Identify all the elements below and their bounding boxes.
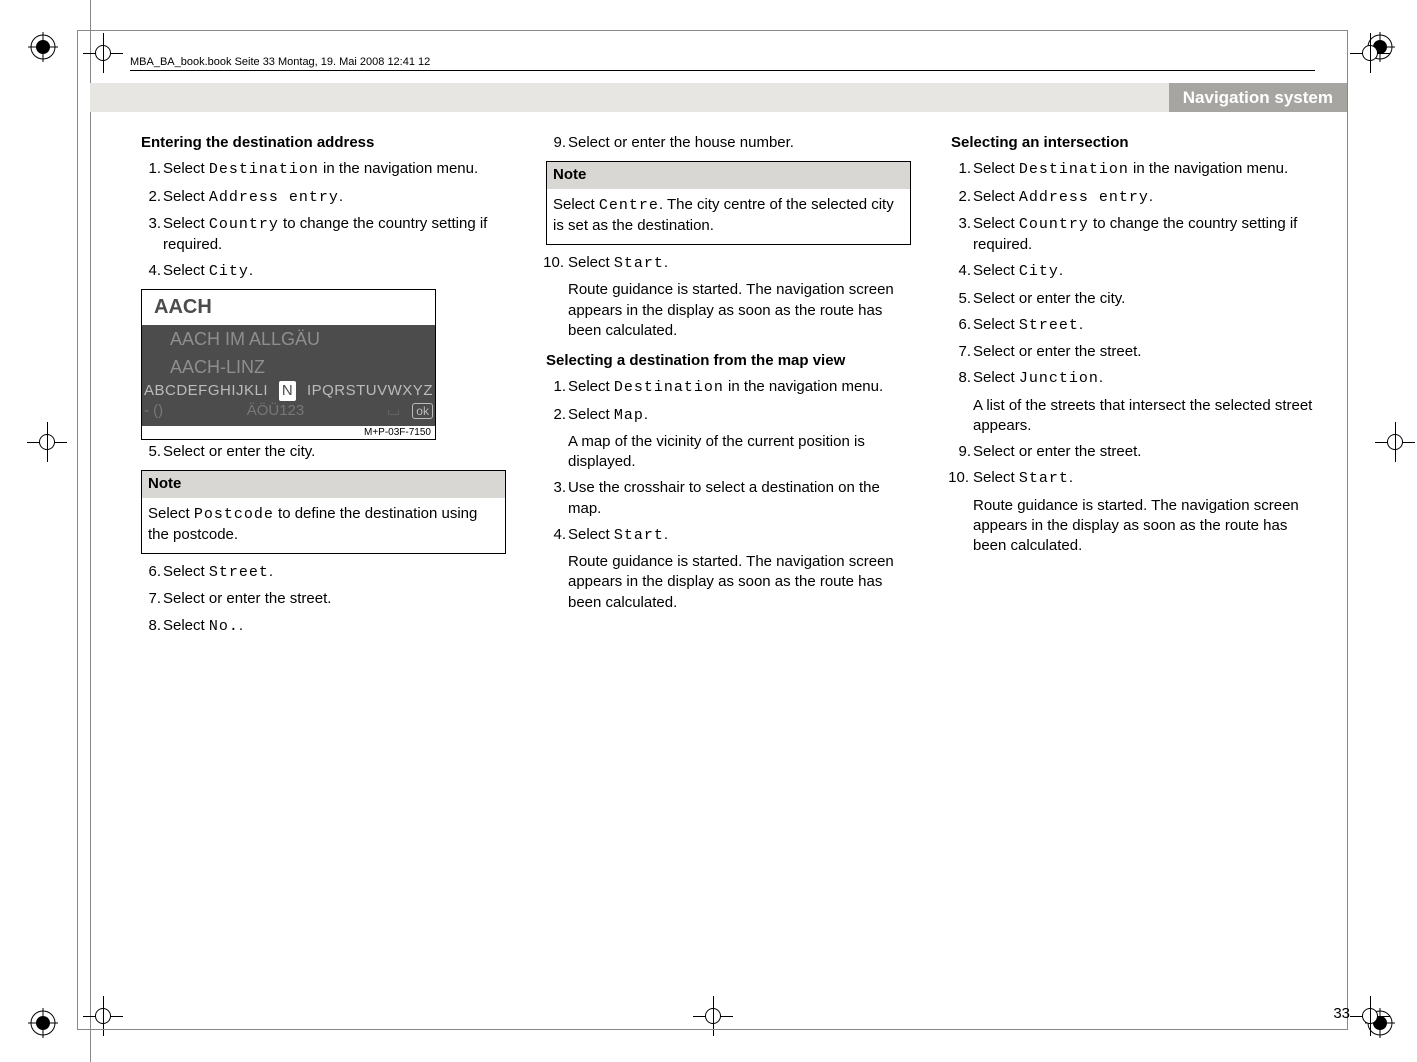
list-item: 4.Select City. xyxy=(141,261,506,282)
list-item-sub: A map of the vicinity of the current pos… xyxy=(568,432,911,473)
screen-selected: AACH xyxy=(142,290,435,325)
header-bar: Navigation system xyxy=(90,83,1347,112)
list-item: 9.Select or enter the house number. xyxy=(546,133,911,153)
note-box: Note Select Postcode to define the desti… xyxy=(141,470,506,554)
list-item: 10.Select Start. Route guidance is start… xyxy=(951,468,1316,556)
device-screenshot: AACH AACH IM ALLGÄU AACH-LINZ ABCDEFGHIJ… xyxy=(141,289,436,441)
section-title: Navigation system xyxy=(1169,83,1347,112)
list-item: 9.Select or enter the street. xyxy=(951,442,1316,462)
running-header: MBA_BA_book.book Seite 33 Montag, 19. Ma… xyxy=(130,56,430,68)
screen-keyboard-row: ABCDEFGHIJKLI N IPQRSTUVWXYZ xyxy=(142,381,435,401)
note-box: Note Select Centre. The city centre of t… xyxy=(546,161,911,245)
list-item-sub: Route guidance is started. The navigatio… xyxy=(568,280,911,341)
list-item: 4.Select City. xyxy=(951,261,1316,282)
list-item: 2.Select Address entry. xyxy=(951,187,1316,208)
note-heading: Note xyxy=(547,162,910,188)
list-item: 5.Select or enter the city. xyxy=(141,442,506,462)
page-number: 33 xyxy=(1333,1005,1350,1022)
column-3: Selecting an intersection 1.Select Desti… xyxy=(951,133,1316,643)
list-item: 4.Select Start. Route guidance is starte… xyxy=(546,525,911,613)
list-item: 1.Select Destination in the navigation m… xyxy=(141,159,506,180)
note-body: Select Postcode to define the destinatio… xyxy=(142,498,505,554)
content-columns: Entering the destination address 1.Selec… xyxy=(141,133,1316,643)
list-item: 3.Select Country to change the country s… xyxy=(141,214,506,256)
note-body: Select Centre. The city centre of the se… xyxy=(547,189,910,245)
list-item: 3.Use the crosshair to select a destinat… xyxy=(546,478,911,519)
column-1: Entering the destination address 1.Selec… xyxy=(141,133,506,643)
runhead-text: MBA_BA_book.book Seite 33 Montag, 19. Ma… xyxy=(130,56,430,68)
figure-caption: M+P-03F-7150 xyxy=(142,426,435,440)
col3-heading: Selecting an intersection xyxy=(951,133,1316,153)
list-item: 2.Select Address entry. xyxy=(141,187,506,208)
col2-heading2: Selecting a destination from the map vie… xyxy=(546,351,911,371)
list-item: 1.Select Destination in the navigation m… xyxy=(546,377,911,398)
screen-option: AACH-LINZ xyxy=(142,353,435,381)
list-item: 10.Select Start. Route guidance is start… xyxy=(546,253,911,341)
list-item-sub: Route guidance is started. The navigatio… xyxy=(568,552,911,613)
list-item: 8.Select No.. xyxy=(141,616,506,637)
list-item: 2.Select Map. A map of the vicinity of t… xyxy=(546,405,911,473)
screen-option: AACH IM ALLGÄU xyxy=(142,325,435,353)
list-item-sub: A list of the streets that intersect the… xyxy=(973,396,1316,437)
crop-cross-br xyxy=(1350,996,1390,1036)
col1-heading: Entering the destination address xyxy=(141,133,506,153)
list-item-sub: Route guidance is started. The navigatio… xyxy=(973,496,1316,557)
list-item: 7.Select or enter the street. xyxy=(141,589,506,609)
runhead-rule xyxy=(130,70,1315,71)
list-item: 3.Select Country to change the country s… xyxy=(951,214,1316,256)
list-item: 1.Select Destination in the navigation m… xyxy=(951,159,1316,180)
crop-cross-tr xyxy=(1350,33,1390,73)
list-item: 5.Select or enter the city. xyxy=(951,289,1316,309)
reg-mark-bl xyxy=(28,1008,58,1038)
list-item: 6.Select Street. xyxy=(951,315,1316,336)
crop-cross-mr xyxy=(1375,422,1415,462)
list-item: 6.Select Street. xyxy=(141,562,506,583)
note-heading: Note xyxy=(142,471,505,497)
screen-ok-button: ok xyxy=(412,403,433,419)
list-item: 8.Select Junction. A list of the streets… xyxy=(951,368,1316,436)
list-item: 7.Select or enter the street. xyxy=(951,342,1316,362)
reg-mark-tl xyxy=(28,32,58,62)
screen-keyboard-row2: - () ÄÖÜ123 ⌴ ok xyxy=(142,401,435,425)
column-2: 9.Select or enter the house number. Note… xyxy=(546,133,911,643)
crop-cross-ml xyxy=(27,422,67,462)
